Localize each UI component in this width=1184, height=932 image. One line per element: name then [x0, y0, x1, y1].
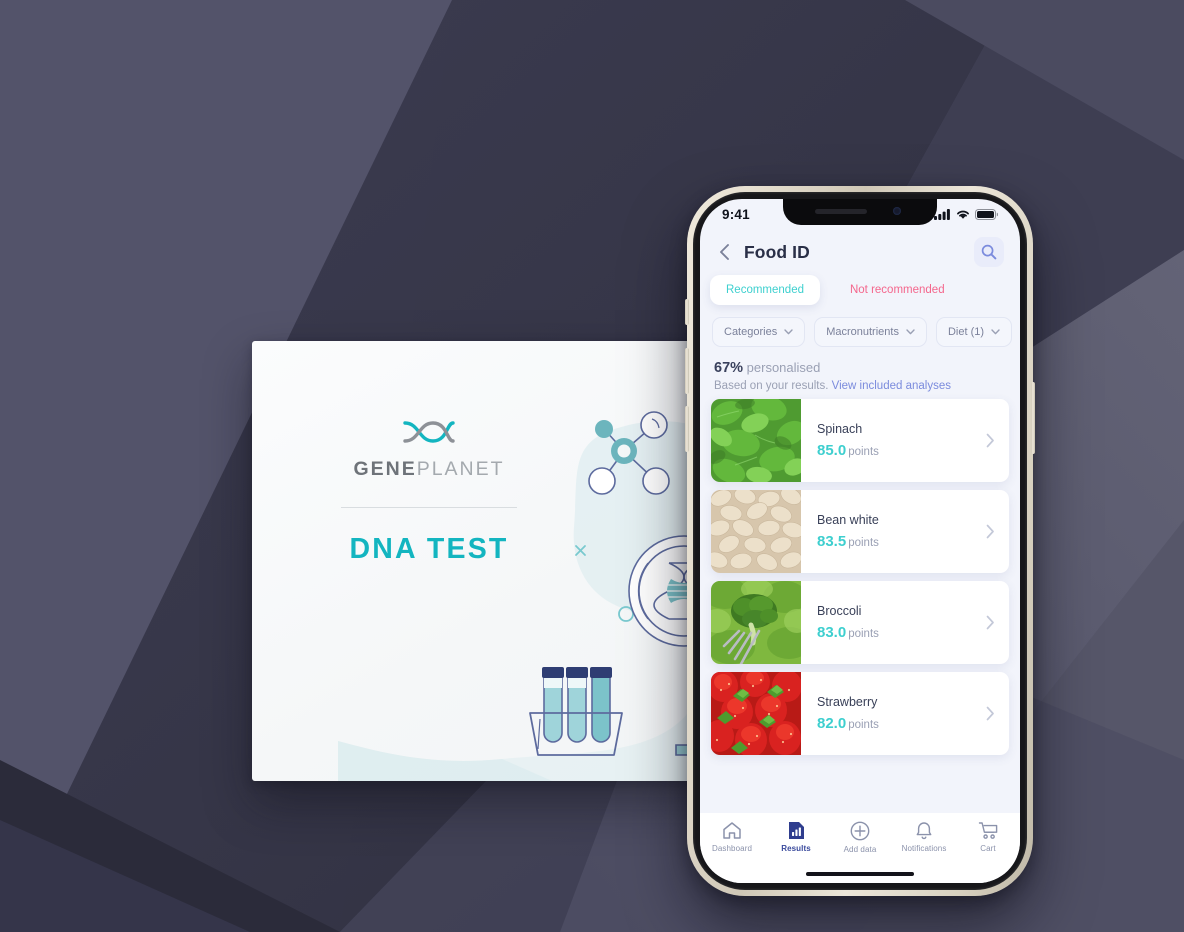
plus-circle-icon — [850, 821, 870, 841]
tab-not-recommended[interactable]: Not recommended — [834, 275, 961, 305]
food-info: Bean white 83.5 points — [801, 490, 986, 573]
list-item[interactable]: Spinach 85.0 points — [711, 399, 1009, 482]
dna-helix-icon — [403, 421, 455, 443]
food-points-value: 82.0 — [817, 715, 847, 732]
food-name: Bean white — [817, 513, 879, 527]
cellular-bars-icon — [934, 208, 950, 220]
tab-label: Dashboard — [711, 844, 753, 853]
food-points-value: 83.0 — [817, 624, 847, 641]
status-indicators — [934, 208, 998, 220]
status-time: 9:41 — [722, 206, 750, 222]
power-button[interactable] — [1031, 382, 1035, 454]
volume-down-button[interactable] — [685, 406, 689, 452]
chevron-right-icon[interactable] — [986, 672, 1009, 755]
list-item[interactable]: Bean white 83.5 points — [711, 490, 1009, 573]
food-name: Broccoli — [817, 604, 862, 618]
home-icon — [723, 822, 741, 839]
filter-chip-label: Categories — [724, 326, 778, 338]
tab-dashboard[interactable]: Dashboard — [700, 821, 764, 853]
food-points-unit: points — [848, 628, 879, 640]
tab-label: Notifications — [901, 844, 947, 853]
food-points: 83.5 points — [817, 533, 986, 550]
food-points-unit: points — [848, 537, 879, 549]
strawberries-photo — [711, 672, 801, 755]
list-item[interactable]: Broccoli 83.0 points — [711, 581, 1009, 664]
chevron-down-icon — [784, 329, 793, 335]
filter-chip-row: Categories Macronutrients Diet (1) — [700, 305, 1020, 347]
personalised-percent: 67% — [714, 360, 744, 376]
filter-chip-diet[interactable]: Diet (1) — [935, 317, 1013, 347]
tab-label: Results — [781, 844, 811, 853]
tab-label: Cart — [980, 844, 996, 853]
chevron-left-icon[interactable] — [714, 241, 736, 263]
tab-recommended[interactable]: Recommended — [710, 275, 820, 305]
filter-chip-label: Macronutrients — [826, 326, 899, 338]
segmented-control: Recommended Not recommended — [700, 271, 1020, 305]
white-beans-photo — [711, 490, 801, 573]
phone-mockup: 9:41 Food ID Recommended Not recommended… — [685, 186, 1035, 896]
tab-add-data[interactable]: Add data — [828, 821, 892, 854]
tab-label: Add data — [843, 845, 877, 854]
view-included-analyses-link[interactable]: View included analyses — [832, 380, 951, 392]
broccoli-fork-photo — [711, 581, 801, 664]
mute-switch[interactable] — [685, 299, 689, 325]
personalised-percent-suffix: personalised — [746, 360, 821, 375]
wifi-icon — [957, 210, 969, 219]
food-points-value: 85.0 — [817, 442, 847, 459]
tab-notifications[interactable]: Notifications — [892, 821, 956, 853]
search-button[interactable] — [974, 237, 1004, 267]
food-name: Strawberry — [817, 695, 878, 709]
home-indicator[interactable] — [806, 872, 914, 876]
brand-name-light: PLANET — [416, 458, 505, 480]
bell-icon — [916, 822, 932, 840]
divider — [341, 507, 517, 508]
personalised-percent-line: 67% personalised — [714, 360, 1020, 376]
food-points-unit: points — [848, 446, 879, 458]
brand-name: GENEPLANET — [353, 458, 504, 481]
personalised-subtitle-line: Based on your results. View included ana… — [714, 380, 1020, 392]
tab-results[interactable]: Results — [764, 821, 828, 853]
food-list: Spinach 85.0 points Bean white 83.5 poin… — [700, 392, 1020, 755]
page-title: Food ID — [744, 241, 810, 262]
food-info: Spinach 85.0 points — [801, 399, 986, 482]
geneplanet-logo-block: GENEPLANET DNA TEST — [252, 419, 606, 566]
spinach-leaves-photo — [711, 399, 801, 482]
tab-cart[interactable]: Cart — [956, 821, 1020, 853]
personalised-summary: 67% personalised Based on your results. … — [700, 347, 1020, 392]
chevron-right-icon[interactable] — [986, 581, 1009, 664]
search-icon — [981, 244, 997, 260]
product-title: DNA TEST — [349, 533, 509, 565]
filter-chip-categories[interactable]: Categories — [712, 317, 806, 347]
status-bar: 9:41 — [700, 199, 1020, 229]
bar-chart-doc-icon — [788, 822, 804, 839]
chevron-right-icon[interactable] — [986, 399, 1009, 482]
app-header: Food ID — [700, 229, 1020, 271]
chevron-down-icon — [906, 329, 915, 335]
brand-name-bold: GENE — [353, 458, 417, 480]
filter-chip-macronutrients[interactable]: Macronutrients — [814, 317, 927, 347]
food-points: 83.0 points — [817, 624, 986, 641]
chevron-down-icon — [991, 329, 1000, 335]
filter-chip-label: Diet (1) — [947, 326, 985, 338]
food-points: 82.0 points — [817, 715, 986, 732]
volume-up-button[interactable] — [685, 348, 689, 394]
food-name: Spinach — [817, 422, 863, 436]
shopping-cart-icon — [978, 822, 998, 839]
list-item[interactable]: Strawberry 82.0 points — [711, 672, 1009, 755]
food-points-value: 83.5 — [817, 533, 847, 550]
food-points: 85.0 points — [817, 442, 986, 459]
chevron-right-icon[interactable] — [986, 490, 1009, 573]
food-info: Broccoli 83.0 points — [801, 581, 986, 664]
food-info: Strawberry 82.0 points — [801, 672, 986, 755]
personalised-subtitle: Based on your results. — [714, 380, 829, 392]
food-points-unit: points — [848, 719, 879, 731]
phone-screen: 9:41 Food ID Recommended Not recommended… — [700, 199, 1020, 883]
battery-full-icon — [975, 208, 998, 220]
